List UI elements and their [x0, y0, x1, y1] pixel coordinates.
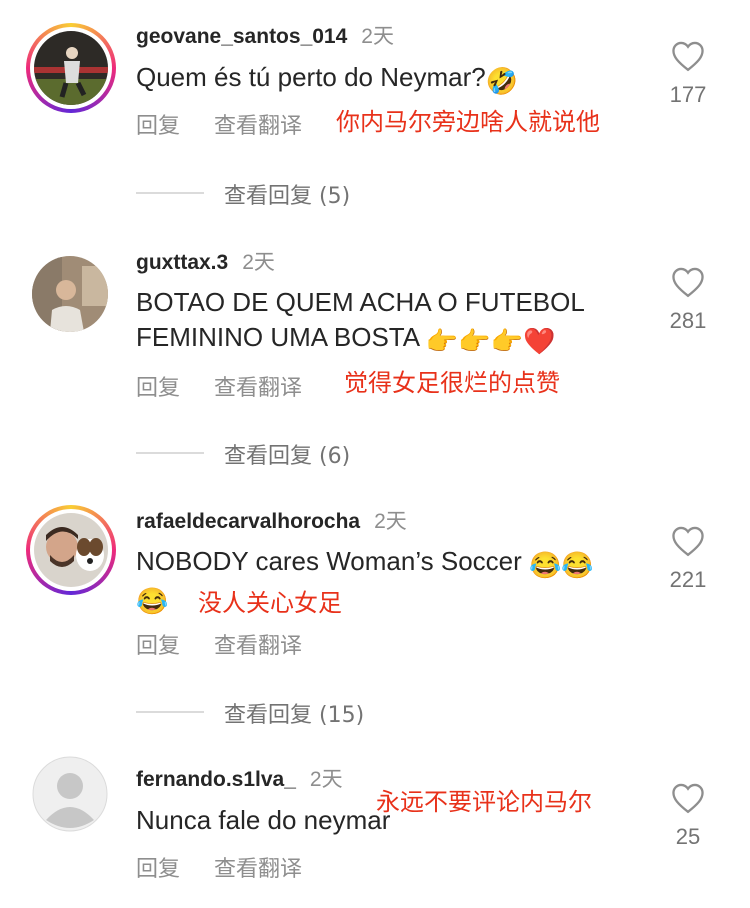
reply-button[interactable]: 回复 [136, 114, 180, 139]
view-replies-button[interactable]: 查看回复 (5) [136, 178, 536, 209]
comment-header: guxttax.3 2天 [136, 246, 275, 276]
annotation-text: 没人关心女足 [198, 589, 342, 617]
avatar-story-ring[interactable] [26, 505, 116, 595]
like-count: 177 [669, 82, 707, 107]
comment-actions: 回复 查看翻译 [136, 108, 336, 140]
comment-text-line-2: FEMININO UMA BOSTA 👉👉👉❤️ [136, 322, 556, 356]
avatar [34, 513, 108, 587]
divider [136, 711, 204, 713]
heart-outline-icon [672, 783, 704, 814]
translate-button[interactable]: 查看翻译 [214, 634, 302, 659]
comment-time: 2天 [361, 25, 394, 48]
default-avatar-icon [32, 756, 108, 832]
avatar [34, 31, 108, 105]
comment-time: 2天 [309, 768, 343, 791]
comment-text-line-2: 😂 [136, 580, 168, 618]
translate-button[interactable]: 查看翻译 [214, 114, 302, 139]
heart-outline-icon [672, 267, 704, 298]
reply-button[interactable]: 回复 [136, 857, 180, 882]
like-button[interactable] [668, 525, 708, 557]
avatar[interactable] [32, 756, 108, 832]
like-button[interactable] [668, 782, 708, 814]
translate-button[interactable]: 查看翻译 [214, 857, 302, 882]
avatar-story-ring[interactable] [26, 23, 116, 113]
comment-header: rafaeldecarvalhorocha 2天 [136, 505, 407, 535]
comment-header: geovane_santos_014 2天 [136, 20, 394, 50]
username[interactable]: rafaeldecarvalhorocha [136, 510, 360, 533]
heart-outline-icon [672, 526, 704, 557]
avatar[interactable] [32, 256, 108, 332]
comment-actions: 回复 查看翻译 [136, 628, 336, 660]
username[interactable]: fernando.s1lva_ [136, 768, 296, 791]
annotation-text: 觉得女足很烂的点赞 [344, 369, 560, 397]
comment-text-line-1: BOTAO DE QUEM ACHA O FUTEBOL [136, 287, 585, 317]
username[interactable]: guxttax.3 [136, 251, 228, 274]
like-button[interactable] [668, 266, 708, 298]
divider [136, 452, 204, 454]
translate-button[interactable]: 查看翻译 [214, 376, 302, 401]
comment-actions: 回复 查看翻译 [136, 370, 336, 402]
comment-time: 2天 [374, 510, 407, 533]
joy-emoji-icon: 😂 [136, 586, 169, 616]
comment-text: Quem és tú perto do Neymar?🤣 [136, 62, 519, 96]
comment-header: fernando.s1lva_ 2天 [136, 763, 343, 793]
username[interactable]: geovane_santos_014 [136, 25, 347, 48]
comment-text-line-1: NOBODY cares Woman’s Soccer 😂😂 [136, 546, 594, 580]
comment-time: 2天 [242, 251, 275, 274]
reply-button[interactable]: 回复 [136, 376, 180, 401]
like-count: 221 [669, 567, 707, 592]
rofl-emoji-icon: 🤣 [485, 66, 519, 96]
view-replies-button[interactable]: 查看回复 (15) [136, 697, 536, 728]
reply-button[interactable]: 回复 [136, 634, 180, 659]
like-count: 281 [669, 308, 707, 333]
like-button[interactable] [668, 40, 708, 72]
joy-emoji-icon: 😂😂 [529, 550, 594, 580]
pointing-hands-heart-emoji-icon: 👉👉👉❤️ [425, 326, 556, 356]
divider [136, 192, 204, 194]
annotation-text: 你内马尔旁边啥人就说他 [336, 108, 600, 136]
annotation-text: 永远不要评论内马尔 [376, 788, 592, 816]
comment-actions: 回复 查看翻译 [136, 851, 336, 883]
heart-outline-icon [672, 41, 704, 72]
comment-text: Nunca fale do neymar [136, 805, 391, 835]
like-count: 25 [675, 824, 701, 849]
view-replies-button[interactable]: 查看回复 (6) [136, 438, 536, 469]
